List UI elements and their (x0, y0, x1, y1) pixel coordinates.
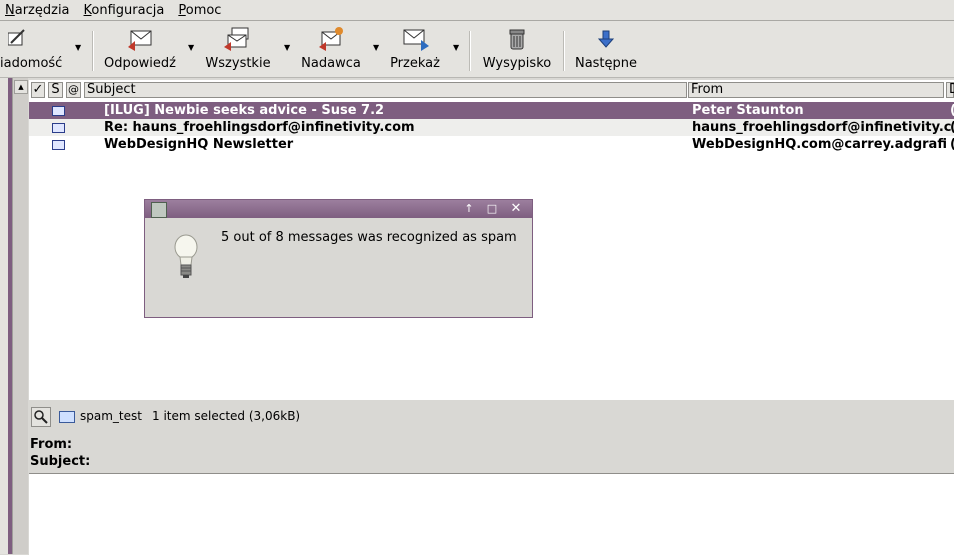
subject-label: Subject: (30, 454, 91, 469)
dialog-message: 5 out of 8 messages was recognized as sp… (221, 230, 517, 245)
message-date: ( (950, 119, 954, 136)
folder-icon (59, 411, 75, 423)
selection-info: 1 item selected (3,06kB) (152, 409, 301, 423)
message-header-fields: From: Subject: (30, 436, 90, 470)
toolbar-separator (92, 31, 94, 71)
lightbulb-icon (174, 234, 198, 278)
column-header-status[interactable]: S (48, 82, 63, 98)
trash-label: Wysypisko (482, 56, 552, 71)
dialog-titlebar[interactable]: ↑ □ ✕ (145, 200, 532, 218)
compose-icon (8, 29, 25, 46)
forward-label: Przekaż (390, 56, 440, 71)
forward-dropdown-icon[interactable]: ▼ (453, 43, 459, 52)
arrow-down-icon (597, 30, 615, 48)
next-label: Następne (574, 56, 638, 71)
column-header-from[interactable]: From (688, 82, 944, 98)
folder-name: spam_test (80, 409, 142, 423)
message-from: Peter Staunton (692, 103, 804, 118)
reply-label: Odpowiedź (103, 56, 176, 71)
reply-button[interactable]: Odpowiedź (100, 21, 180, 77)
envelope-icon (52, 140, 65, 150)
reply-sender-dropdown-icon[interactable]: ▼ (373, 43, 379, 52)
reply-sender-button[interactable]: Nadawca (296, 21, 366, 77)
status-bar: spam_test 1 item selected (3,06kB) (29, 405, 954, 427)
menu-help[interactable]: Pomoc (178, 3, 221, 18)
message-row[interactable]: WebDesignHQ Newsletter WebDesignHQ.com@c… (29, 136, 954, 153)
from-label: From: (30, 437, 73, 452)
envelope-icon (52, 123, 65, 133)
message-row[interactable]: Re: hauns_froehlingsdorf@infinetivity.co… (29, 119, 954, 136)
folder-pane[interactable] (0, 78, 8, 554)
reply-sender-label: Nadawca (301, 56, 361, 71)
envelope-icon (52, 106, 65, 116)
compose-button[interactable]: iadomość (0, 21, 66, 77)
menubar: Narzędzia Konfiguracja Pomoc (0, 0, 954, 21)
reply-all-dropdown-icon[interactable]: ▼ (284, 43, 290, 52)
search-icon (34, 410, 48, 424)
toolbar-separator (563, 31, 565, 71)
move-up-icon[interactable]: ↑ (462, 202, 476, 216)
message-date: ( (950, 136, 954, 153)
message-from: WebDesignHQ.com@carrey.adgrafi (692, 137, 947, 152)
reply-all-button[interactable]: Wszystkie (200, 21, 276, 77)
scroll-up-icon[interactable]: ▲ (14, 80, 28, 94)
column-header-check[interactable]: ✓ (31, 82, 45, 98)
list-scrollbar[interactable]: ▲ (12, 78, 28, 554)
message-row[interactable]: [ILUG] Newbie seeks advice - Suse 7.2 Pe… (29, 102, 954, 119)
reply-all-icon (224, 27, 249, 51)
toolbar: iadomość ▼ Odpowiedź ▼ Wszystkie ▼ Nadaw… (0, 21, 954, 78)
maximize-icon[interactable]: □ (485, 202, 499, 216)
next-button[interactable]: Następne (570, 21, 642, 77)
menu-tools[interactable]: Narzędzia (5, 3, 70, 18)
message-subject: Re: hauns_froehlingsdorf@infinetivity.co… (104, 120, 415, 135)
compose-dropdown-icon[interactable]: ▼ (75, 43, 81, 52)
message-from: hauns_froehlingsdorf@infinetivity.c (692, 120, 952, 135)
menu-configuration[interactable]: Konfiguracja (84, 3, 165, 18)
message-subject: WebDesignHQ Newsletter (104, 137, 294, 152)
close-icon[interactable]: ✕ (509, 202, 523, 216)
message-preview[interactable] (29, 473, 954, 555)
toolbar-separator (469, 31, 471, 71)
message-date: ( (950, 102, 954, 119)
trash-button[interactable]: Wysypisko (478, 21, 556, 77)
compose-label: iadomość (0, 56, 63, 71)
column-header-date[interactable]: D (946, 82, 954, 98)
column-header-attachment[interactable]: @ (66, 82, 81, 98)
reply-all-label: Wszystkie (205, 56, 271, 71)
search-button[interactable] (31, 407, 51, 427)
message-subject: [ILUG] Newbie seeks advice - Suse 7.2 (104, 103, 385, 118)
reply-sender-icon (319, 27, 343, 51)
reply-icon (128, 30, 152, 51)
forward-button[interactable]: Przekaż (384, 21, 446, 77)
app-icon (151, 202, 167, 218)
spam-result-dialog: ↑ □ ✕ 5 out of 8 messages was recognized… (144, 199, 533, 318)
forward-icon (403, 29, 429, 51)
reply-dropdown-icon[interactable]: ▼ (188, 43, 194, 52)
trash-icon (509, 29, 525, 50)
column-header-subject[interactable]: Subject (84, 82, 687, 98)
